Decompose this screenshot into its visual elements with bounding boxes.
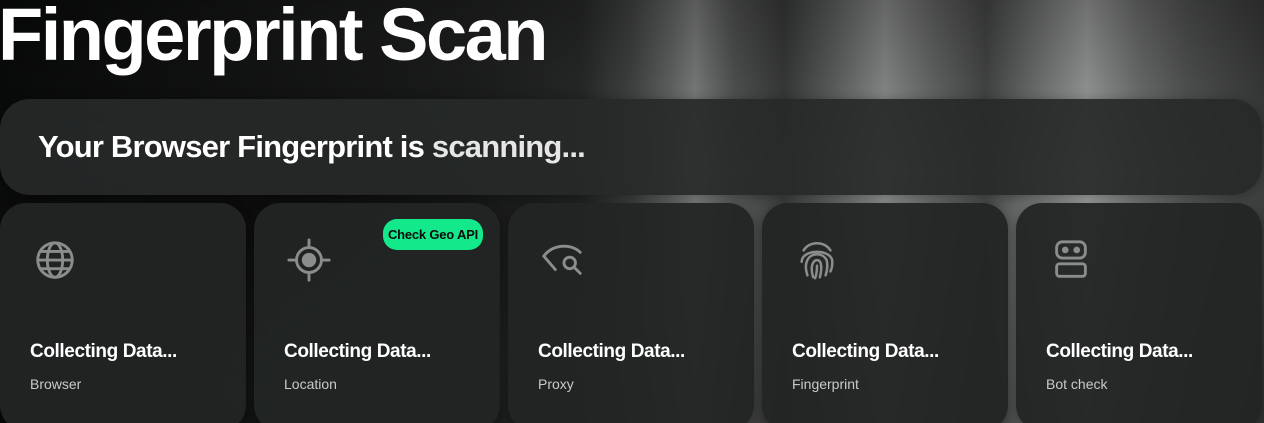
page-title: Fingerprint Scan [0, 0, 548, 76]
card-browser[interactable]: Collecting Data... Browser [0, 203, 246, 423]
card-subtitle: Browser [30, 376, 82, 392]
card-subtitle: Bot check [1046, 376, 1108, 392]
card-fingerprint[interactable]: Collecting Data... Fingerprint [762, 203, 1008, 423]
card-title: Collecting Data... [30, 341, 177, 362]
scan-status-text: Your Browser Fingerprint is scanning... [38, 129, 586, 165]
scan-status-progress: scanning... [424, 129, 586, 164]
card-title: Collecting Data... [792, 341, 939, 362]
card-subtitle: Location [284, 376, 337, 392]
card-subtitle: Fingerprint [792, 376, 859, 392]
scan-status-strong: Your Browser Fingerprint is [38, 129, 425, 164]
card-proxy[interactable]: Collecting Data... Proxy [508, 203, 754, 423]
card-title: Collecting Data... [1046, 341, 1193, 362]
card-title: Collecting Data... [538, 341, 685, 362]
fingerprint-icon [794, 237, 840, 283]
robot-icon [1048, 237, 1094, 283]
check-geo-api-button[interactable]: Check Geo API [383, 219, 483, 250]
globe-icon [32, 237, 78, 283]
card-bot-check[interactable]: Collecting Data... Bot check [1016, 203, 1262, 423]
card-subtitle: Proxy [538, 376, 574, 392]
crosshair-icon [286, 237, 332, 283]
scan-status-panel: Your Browser Fingerprint is scanning... [0, 99, 1262, 195]
scan-cards: Collecting Data... Browser Collecting Da… [0, 203, 1264, 423]
eye-search-icon [540, 237, 586, 283]
card-title: Collecting Data... [284, 341, 431, 362]
